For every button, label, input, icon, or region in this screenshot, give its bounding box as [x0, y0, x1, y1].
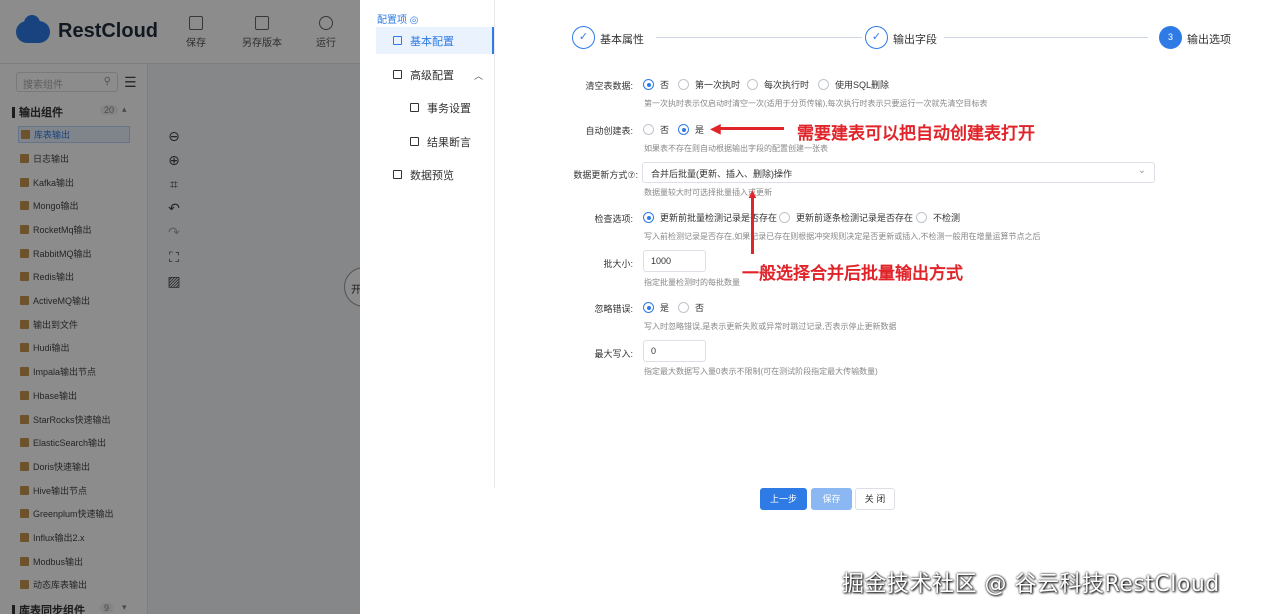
nav-item-label: 结果断言: [427, 136, 471, 149]
step-1-check-icon: ✓: [572, 26, 595, 49]
nav-item-label: 数据预览: [410, 169, 454, 182]
arrow-head-left-icon: ◀: [710, 120, 721, 136]
modal-overlay[interactable]: [0, 0, 360, 614]
annotation-auto-create: 需要建表可以把自动创建表打开: [797, 124, 1035, 144]
grid-icon: [410, 103, 419, 112]
arrow-head-up-icon: ▲: [746, 186, 759, 201]
prev-step-button[interactable]: 上一步: [760, 488, 807, 510]
radio-checked: [643, 302, 654, 313]
auto-create-label: 自动创建表:: [585, 126, 633, 136]
max-write-hint: 指定最大数据写入量0表示不限制(可在测试阶段指定最大传输数量): [644, 367, 878, 376]
check-option-single[interactable]: 更新前逐条检测记录是否存在: [779, 211, 913, 224]
config-drawer: 配置项 ◎ 基本配置 高级配置 ︿ 事务设置 结果断言 数据预览 ✓ 基本属性 …: [360, 0, 1269, 614]
radio: [779, 212, 790, 223]
clear-table-hint: 第一次执时表示仅启动时清空一次(适用于分页传输),每次执行时表示只要运行一次就先…: [644, 99, 988, 108]
nav-item-basic[interactable]: 基本配置: [376, 27, 494, 54]
nav-item-assertion[interactable]: 结果断言: [393, 128, 493, 155]
table-icon: [393, 170, 402, 179]
clear-table-label: 清空表数据:: [585, 81, 633, 91]
clear-table-option-first[interactable]: 第一次执时: [678, 78, 740, 91]
radio-label: 不检测: [933, 213, 961, 223]
radio: [643, 124, 654, 135]
radio: [678, 302, 689, 313]
step-connector: [656, 37, 862, 38]
select-value: 合并后批量(更新、插入、删除)操作: [651, 169, 792, 179]
radio-label: 否: [660, 125, 670, 135]
radio-label: 否: [695, 303, 705, 313]
cube-icon: [393, 70, 402, 79]
check-option-batch[interactable]: 更新前批量检测记录是否存在: [643, 211, 777, 224]
check-option-none[interactable]: 不检测: [916, 211, 960, 224]
max-write-label: 最大写入:: [594, 349, 633, 359]
radio-label: 是: [695, 125, 705, 135]
config-nav: 配置项 ◎ 基本配置 高级配置 ︿ 事务设置 结果断言 数据预览: [360, 0, 495, 488]
radio-label: 更新前批量检测记录是否存在: [660, 213, 778, 223]
step-1-label: 基本属性: [600, 34, 644, 46]
ignore-error-label: 忽略错误:: [594, 304, 633, 314]
target-icon: ◎: [409, 15, 419, 26]
nav-item-label: 基本配置: [410, 35, 454, 48]
radio: [747, 79, 758, 90]
nav-item-transaction[interactable]: 事务设置: [393, 94, 493, 121]
radio-checked: [643, 212, 654, 223]
save-button[interactable]: 保存: [811, 488, 852, 510]
chevron-up-icon[interactable]: ︿: [474, 69, 483, 82]
nav-item-preview[interactable]: 数据预览: [376, 161, 494, 188]
step-2-check-icon: ✓: [865, 26, 888, 49]
radio-label: 是: [660, 303, 670, 313]
radio-label: 否: [660, 80, 670, 90]
auto-create-option-no[interactable]: 否: [643, 123, 669, 136]
annotation-update-mode: 一般选择合并后批量输出方式: [742, 264, 963, 284]
update-mode-label: 数据更新方式⑦:: [573, 170, 638, 180]
grid-icon: [410, 137, 419, 146]
batch-size-input[interactable]: 1000: [643, 250, 706, 272]
step-2-label: 输出字段: [893, 34, 937, 46]
nav-title-text: 配置项: [377, 15, 407, 26]
radio: [916, 212, 927, 223]
ignore-error-hint: 写入时忽略错误,是表示更新失败或异常时跳过记录,否表示停止更新数据: [644, 322, 897, 331]
check-option-label: 检查选项:: [594, 214, 633, 224]
ignore-error-option-yes[interactable]: 是: [643, 301, 669, 314]
check-option-hint: 写入前检测记录是否存在,如果记录已存在则根据冲突规则决定是否更新或插入,不检测一…: [644, 232, 1041, 241]
max-write-input[interactable]: 0: [643, 340, 706, 362]
nav-title: 配置项 ◎: [377, 11, 419, 26]
auto-create-hint: 如果表不存在则自动根据输出字段的配置创建一张表: [644, 144, 828, 153]
clear-table-option-no[interactable]: 否: [643, 78, 669, 91]
clear-table-option-each[interactable]: 每次执行时: [747, 78, 809, 91]
annotation-arrow: [751, 196, 754, 254]
nav-item-label: 事务设置: [427, 102, 471, 115]
radio-label: 每次执行时: [764, 80, 810, 90]
clear-table-option-sql[interactable]: 使用SQL删除: [818, 78, 889, 91]
radio-label: 使用SQL删除: [835, 80, 890, 90]
radio-checked: [643, 79, 654, 90]
step-3-label: 输出选项: [1187, 34, 1231, 46]
batch-size-label: 批大小:: [603, 259, 633, 269]
radio-label: 更新前逐条检测记录是否存在: [796, 213, 914, 223]
radio-checked: [678, 124, 689, 135]
step-connector: [944, 37, 1148, 38]
grid-icon: [393, 36, 402, 45]
batch-size-hint: 指定批量检测时的每批数量: [644, 278, 740, 287]
step-3-indicator: 3: [1159, 26, 1182, 49]
chevron-down-icon: ⌄: [1137, 165, 1146, 176]
annotation-arrow: [720, 127, 784, 130]
nav-item-label: 高级配置: [410, 69, 454, 82]
update-mode-select[interactable]: 合并后批量(更新、插入、删除)操作 ⌄: [642, 162, 1155, 183]
radio-label: 第一次执时: [695, 80, 741, 90]
ignore-error-option-no[interactable]: 否: [678, 301, 704, 314]
close-button[interactable]: 关 闭: [855, 488, 895, 510]
radio: [678, 79, 689, 90]
watermark: 掘金技术社区 @ 谷云科技RestCloud: [842, 572, 1220, 597]
radio: [818, 79, 829, 90]
auto-create-option-yes[interactable]: 是: [678, 123, 704, 136]
